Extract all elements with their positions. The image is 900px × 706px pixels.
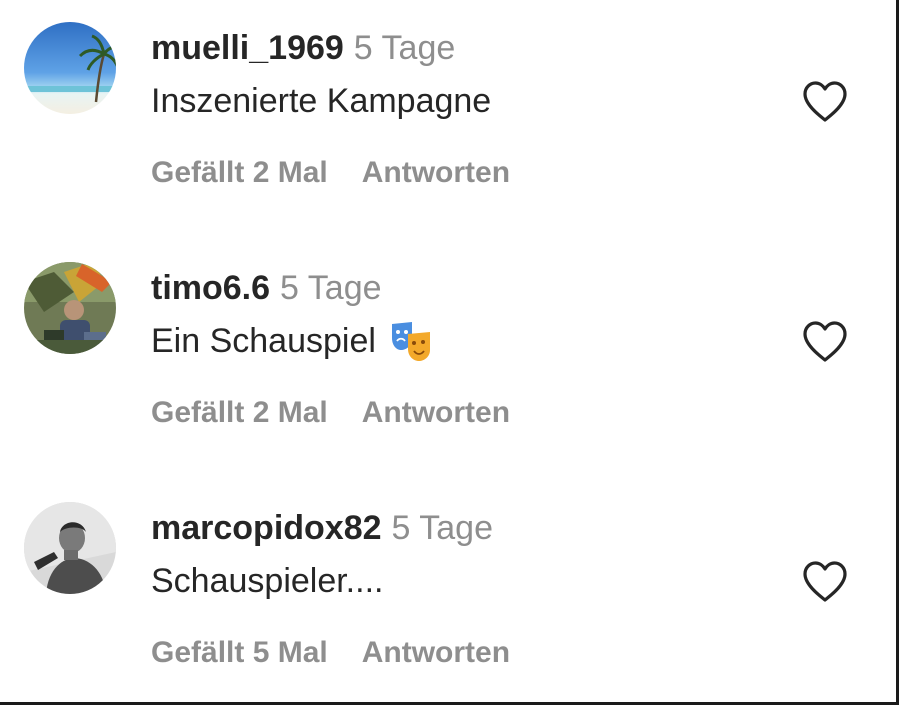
beach-palm-avatar-image [24, 22, 116, 114]
comment-item: timo6.6 5 Tage Ein Schauspiel Gefällt 2 M… [0, 240, 896, 440]
heart-icon[interactable] [801, 560, 849, 604]
heart-icon[interactable] [801, 320, 849, 364]
comment-item: muelli_1969 5 Tage Inszenierte Kampagne G… [0, 0, 896, 200]
likes-count-button[interactable]: Gefällt 2 Mal [151, 156, 328, 189]
comment-header: marcopidox82 5 Tage [151, 508, 493, 548]
grayscale-portrait-avatar-image [24, 502, 116, 594]
username[interactable]: muelli_1969 [151, 29, 344, 67]
comment-text-label: Inszenierte Kampagne [151, 82, 492, 120]
outdoor-person-avatar-image [24, 262, 116, 354]
avatar[interactable] [24, 262, 116, 354]
comment-text: Inszenierte Kampagne [151, 80, 491, 122]
comment-text-label: Ein Schauspiel [151, 322, 376, 360]
comment-actions: Gefällt 2 Mal Antworten [151, 394, 510, 432]
timestamp[interactable]: 5 Tage [280, 269, 381, 307]
likes-count-button[interactable]: Gefällt 5 Mal [151, 636, 328, 669]
comment-actions: Gefällt 2 Mal Antworten [151, 154, 510, 192]
likes-count-button[interactable]: Gefällt 2 Mal [151, 396, 328, 429]
username[interactable]: marcopidox82 [151, 509, 382, 547]
username[interactable]: timo6.6 [151, 269, 270, 307]
heart-icon[interactable] [801, 80, 849, 124]
comment-actions: Gefällt 5 Mal Antworten [151, 634, 510, 672]
reply-button[interactable]: Antworten [362, 636, 510, 669]
comment-text: Ein Schauspiel [151, 320, 434, 362]
comment-text-label: Schauspieler.... [151, 562, 384, 600]
timestamp[interactable]: 5 Tage [354, 29, 455, 67]
reply-button[interactable]: Antworten [362, 396, 510, 429]
avatar[interactable] [24, 22, 116, 114]
comment-text: Schauspieler.... [151, 560, 383, 602]
comment-item: marcopidox82 5 Tage Schauspieler.... Gefä… [0, 480, 896, 680]
comment-list: muelli_1969 5 Tage Inszenierte Kampagne G… [0, 0, 899, 705]
theater-masks-emoji-icon [391, 322, 430, 361]
comment-header: timo6.6 5 Tage [151, 268, 382, 308]
reply-button[interactable]: Antworten [362, 156, 510, 189]
avatar[interactable] [24, 502, 116, 594]
comment-header: muelli_1969 5 Tage [151, 28, 455, 68]
timestamp[interactable]: 5 Tage [392, 509, 493, 547]
